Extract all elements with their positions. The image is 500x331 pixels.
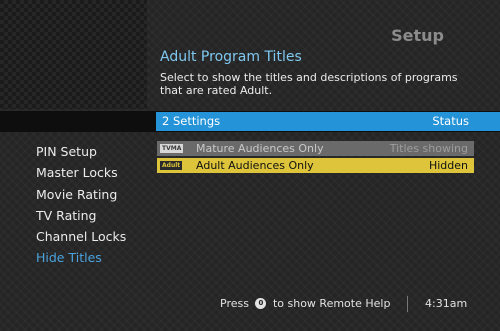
remote-help-hint: Press 0 to show Remote Help bbox=[220, 297, 390, 310]
menu-item-channel-locks[interactable]: Channel Locks bbox=[36, 226, 126, 247]
settings-header: 2 Settings Status bbox=[156, 112, 500, 131]
setting-row-label: Mature Audiences Only bbox=[196, 142, 324, 155]
content-title: Adult Program Titles bbox=[160, 49, 302, 65]
settings-header-status: Status bbox=[432, 114, 469, 128]
screen-title: Setup bbox=[391, 26, 444, 45]
content-description: Select to show the titles and descriptio… bbox=[160, 71, 458, 97]
video-preview-window bbox=[0, 0, 147, 109]
setting-row-label: Adult Audiences Only bbox=[196, 159, 314, 172]
help-suffix: to show Remote Help bbox=[272, 297, 391, 310]
help-prefix: Press bbox=[220, 297, 249, 310]
menu-item-tv-rating[interactable]: TV Rating bbox=[36, 205, 126, 226]
menu-item-master-locks[interactable]: Master Locks bbox=[36, 162, 126, 183]
side-menu: PIN Setup Master Locks Movie Rating TV R… bbox=[36, 141, 126, 269]
clock: 4:31am bbox=[425, 297, 468, 310]
footer-bar: Press 0 to show Remote Help 4:31am bbox=[0, 292, 500, 317]
settings-header-label: 2 Settings bbox=[162, 114, 221, 128]
setting-row-adult-audiences[interactable]: Adult Adult Audiences Only Hidden bbox=[157, 158, 474, 173]
setting-row-mature-audiences[interactable]: TVMA Mature Audiences Only Titles showin… bbox=[157, 141, 474, 156]
footer-divider bbox=[407, 296, 408, 312]
menu-item-hide-titles[interactable]: Hide Titles bbox=[36, 247, 126, 268]
menu-item-movie-rating[interactable]: Movie Rating bbox=[36, 184, 126, 205]
rating-badge-tvma: TVMA bbox=[160, 144, 184, 153]
menu-item-pin-setup[interactable]: PIN Setup bbox=[36, 141, 126, 162]
remote-zero-button-icon: 0 bbox=[255, 297, 267, 309]
setting-row-status: Titles showing bbox=[389, 142, 468, 155]
rating-badge-adult: Adult bbox=[160, 161, 183, 170]
setting-row-status: Hidden bbox=[428, 159, 468, 172]
